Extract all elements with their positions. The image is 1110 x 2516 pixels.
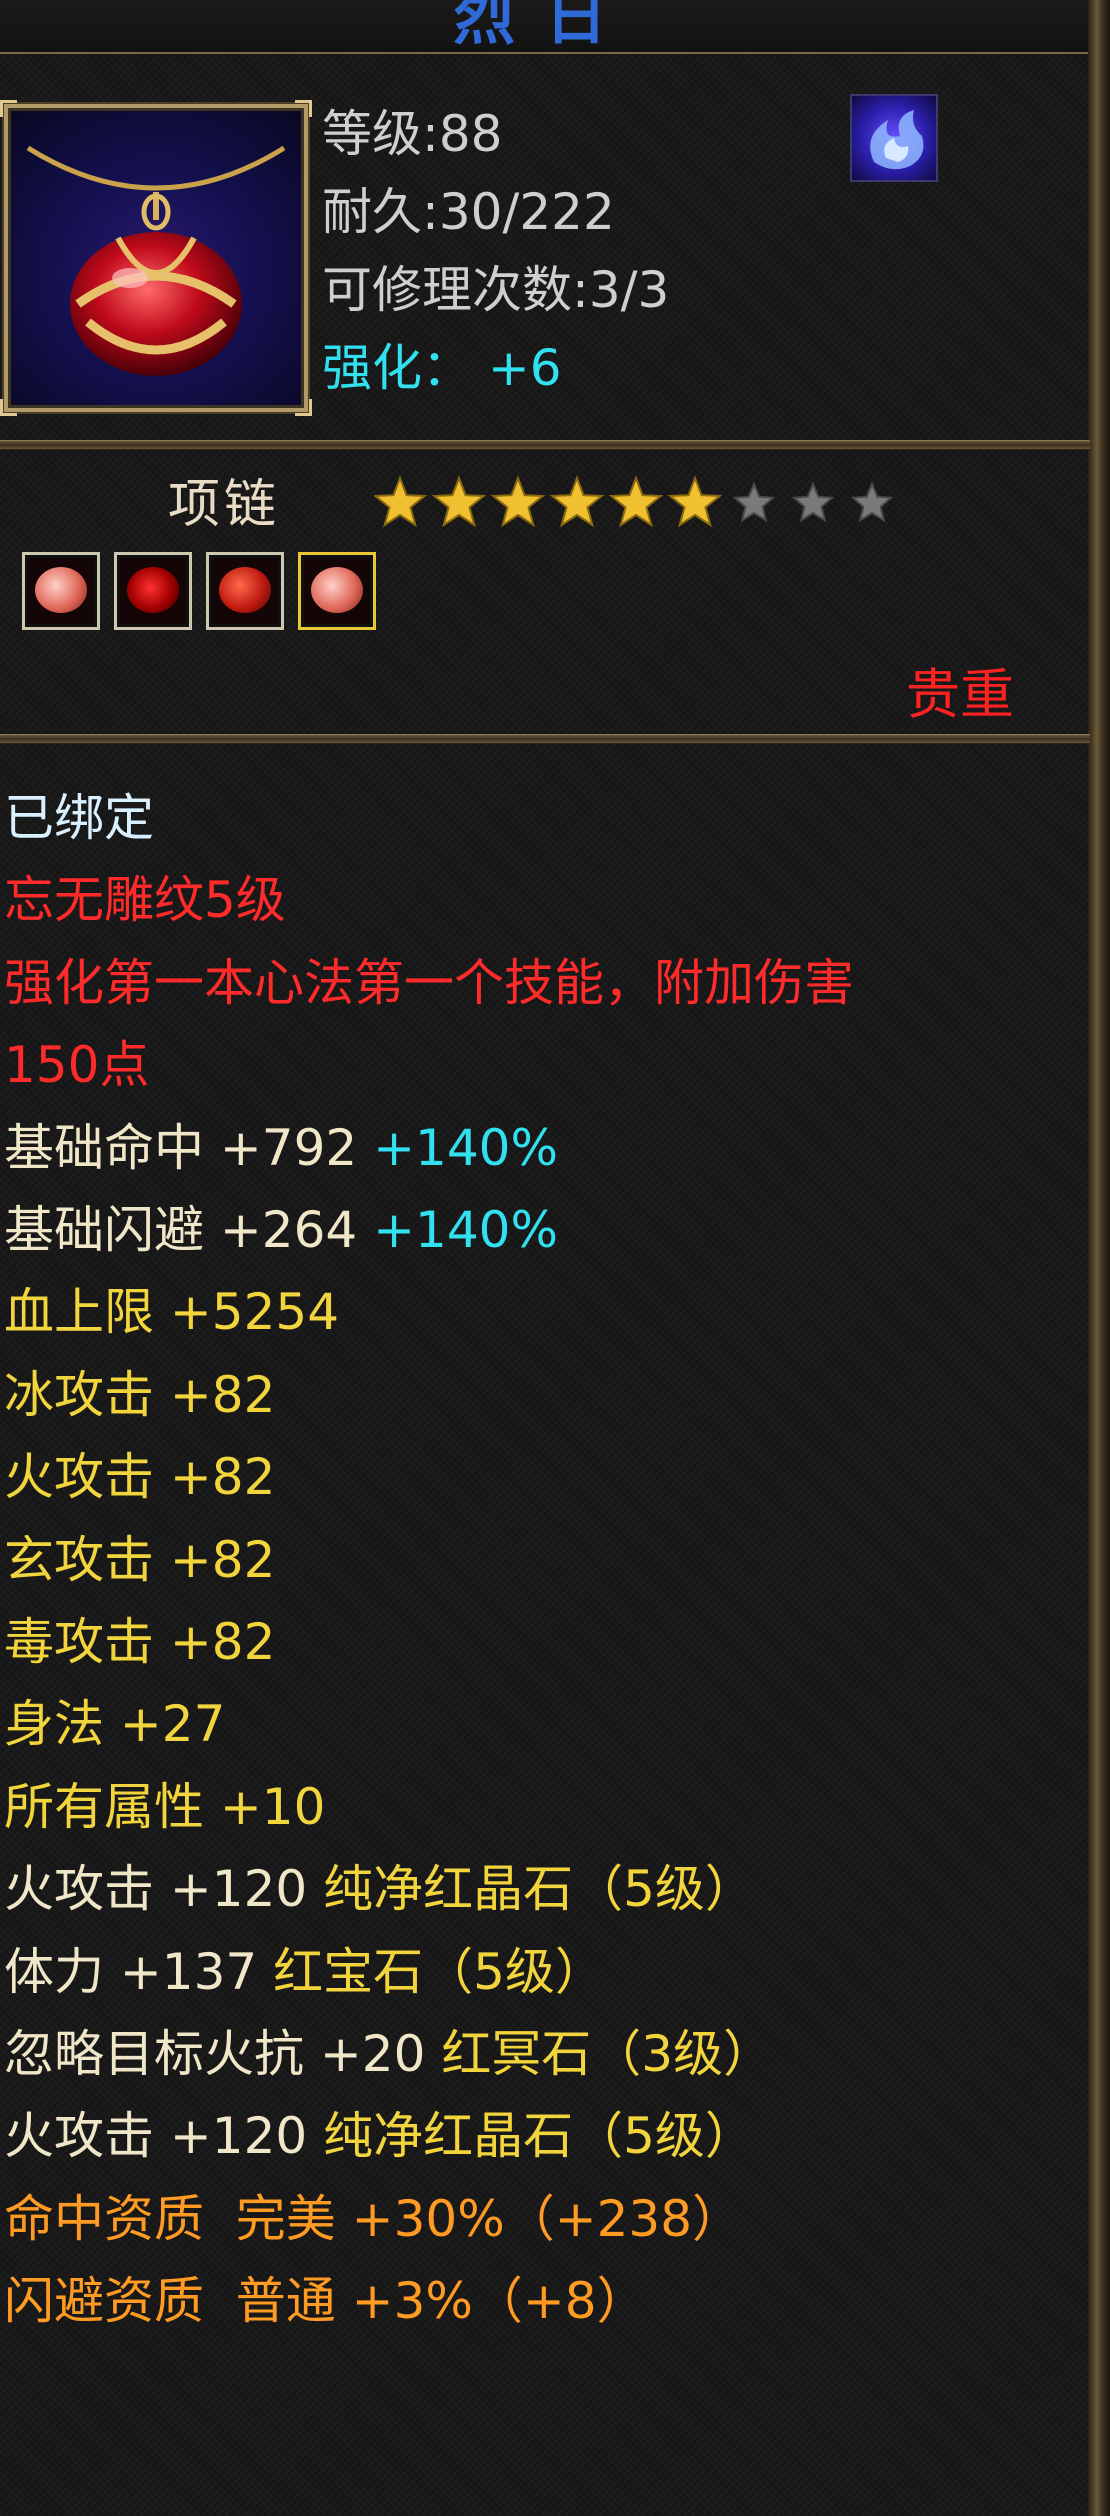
attribute-line: 火攻击 +120 纯净红晶石（5级） [4, 1859, 755, 1919]
rarity-label: 贵重 [906, 663, 1014, 726]
attribute-text: 命中资质 完美 +30%（+238） [4, 2189, 743, 2248]
attribute-text: 基础命中 +792 [4, 1118, 374, 1177]
attribute-text: 身法 +27 [4, 1695, 226, 1754]
gem-socket[interactable] [206, 552, 284, 630]
attribute-text: 纯净红晶石（5级） [323, 1860, 755, 1919]
attribute-text: 红宝石（5级） [273, 1942, 605, 2001]
attribute-line: 基础闪避 +264 +140% [4, 1200, 558, 1260]
attribute-line: 火攻击 +120 纯净红晶石（5级） [4, 2106, 755, 2166]
attribute-line: 忽略目标火抗 +20 红冥石（3级） [4, 2024, 773, 2084]
blue-flame-icon [870, 110, 924, 170]
attribute-text: 火攻击 +120 [4, 2107, 324, 2166]
attribute-line: 忘无雕纹5级 [4, 870, 286, 930]
attribute-text: 基础闪避 +264 [4, 1201, 374, 1259]
item-type: 项链 [168, 475, 281, 535]
attribute-line: 体力 +137 红宝石（5级） [4, 1942, 605, 2002]
attribute-line: 强化第一本心法第一个技能，附加伤害 [4, 953, 854, 1013]
star-filled-icon [490, 475, 546, 528]
red-crystal-icon [127, 567, 179, 613]
star-empty-icon [850, 481, 894, 523]
attribute-text: 忘无雕纹5级 [4, 871, 286, 930]
attribute-line: 基础命中 +792 +140% [4, 1118, 558, 1178]
panel-right-border [1088, 0, 1110, 2516]
attribute-text: 毒攻击 +82 [4, 1613, 276, 1671]
star-empty-icon [732, 481, 776, 523]
attribute-text: 闪避资质 普通 +3%（+8） [4, 2272, 647, 2331]
attribute-text: +140% [373, 1118, 558, 1177]
star-filled-icon [667, 475, 723, 528]
attribute-line: 闪避资质 普通 +3%（+8） [4, 2271, 647, 2331]
red-ruby-icon [219, 567, 271, 613]
star-empty-icon [791, 481, 835, 523]
item-icon-frame[interactable] [0, 100, 312, 416]
attribute-text: 冰攻击 +82 [4, 1365, 276, 1424]
enhance-stat: 强化： +6 [322, 339, 562, 397]
pink-gem-icon [35, 567, 87, 613]
attribute-text: 纯净红晶石（5级） [323, 2107, 755, 2166]
attribute-text: 已绑定 [4, 789, 154, 847]
attribute-text: 强化第一本心法第一个技能，附加伤害 [4, 953, 854, 1012]
star-filled-icon [431, 475, 487, 528]
level-stat: 等级:88 [322, 105, 503, 163]
skill-slot[interactable] [850, 94, 938, 182]
attribute-line: 血上限 +5254 [4, 1282, 339, 1342]
necklace-red-gem-icon [26, 145, 286, 376]
durability-stat: 耐久:30/222 [322, 183, 615, 241]
attribute-text: 血上限 +5254 [4, 1283, 340, 1342]
repair-count-stat: 可修理次数:3/3 [322, 261, 670, 319]
attribute-line: 身法 +27 [4, 1694, 225, 1754]
item-tooltip-panel: 烈日 等级:88 耐久:30/222 可修理次数:3/3 强化： +6 项链 贵… [0, 0, 1110, 2516]
gem-socket[interactable] [298, 552, 376, 630]
item-title: 烈日 [452, 0, 637, 53]
attribute-line: 命中资质 完美 +30%（+238） [4, 2189, 742, 2249]
pink-gem-icon [311, 567, 363, 613]
attribute-line: 玄攻击 +82 [4, 1530, 275, 1590]
attribute-line: 火攻击 +82 [4, 1447, 275, 1507]
attribute-line: 150点 [4, 1035, 149, 1095]
attribute-text: 火攻击 +120 [4, 1860, 324, 1919]
star-filled-icon [549, 475, 605, 528]
title-bar: 烈日 [0, 0, 1090, 54]
attribute-text: 忽略目标火抗 +20 [4, 2025, 442, 2083]
attribute-text: 玄攻击 +82 [4, 1530, 276, 1589]
attribute-line: 已绑定 [4, 788, 154, 848]
star-filled-icon [374, 475, 428, 528]
gem-socket[interactable] [22, 552, 100, 630]
divider [0, 440, 1090, 450]
attribute-text: +140% [373, 1201, 558, 1259]
gem-socket[interactable] [114, 552, 192, 630]
attribute-text: 红冥石（3级） [441, 2025, 774, 2083]
star-rating [374, 475, 894, 528]
attribute-text: 150点 [4, 1036, 150, 1095]
attribute-line: 冰攻击 +82 [4, 1365, 275, 1425]
attribute-line: 所有属性 +10 [4, 1777, 325, 1837]
attribute-text: 所有属性 +10 [4, 1777, 326, 1836]
star-filled-icon [608, 475, 664, 528]
attribute-text: 体力 +137 [4, 1942, 274, 2001]
attribute-text: 火攻击 +82 [4, 1448, 276, 1507]
divider [0, 734, 1090, 744]
attribute-line: 毒攻击 +82 [4, 1612, 275, 1672]
